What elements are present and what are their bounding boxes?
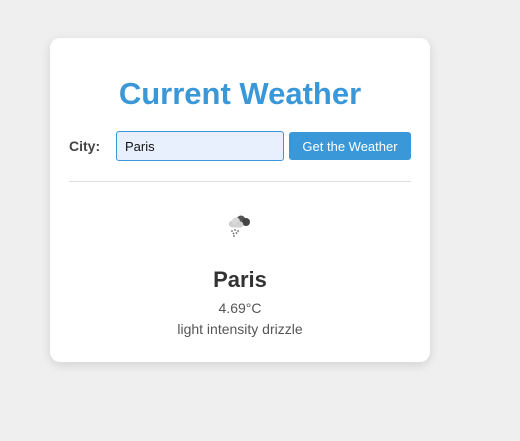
city-input[interactable] [116,131,284,161]
weather-description: light intensity drizzle [177,321,303,337]
city-label: City: [69,138,101,154]
divider [69,181,411,182]
city-form: City: Get the Weather [69,131,411,161]
temperature: 4.69°C [218,300,262,316]
weather-card: Current Weather City: Get the Weather Pa… [50,38,430,362]
result-city: Paris [213,267,267,292]
light-drizzle-cloud-icon [222,208,258,244]
page-title: Current Weather [118,76,362,111]
get-weather-button[interactable]: Get the Weather [289,132,411,160]
